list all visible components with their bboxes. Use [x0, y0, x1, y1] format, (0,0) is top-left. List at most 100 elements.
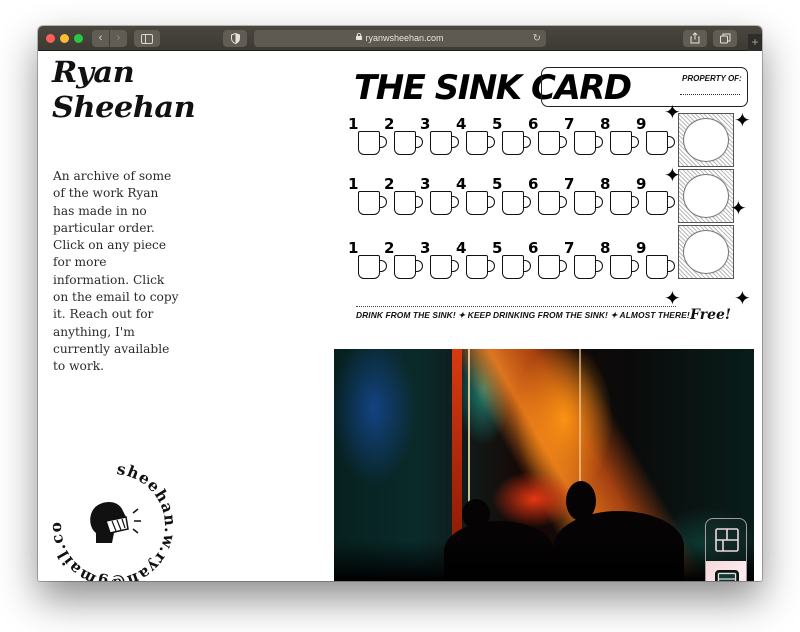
cup-icon: [358, 191, 387, 215]
figure-head: [566, 481, 596, 521]
cup-icon: [538, 131, 567, 155]
cup-slot: 8: [600, 175, 639, 227]
cup-slot: 8: [600, 115, 639, 167]
cup-icon: [502, 131, 531, 155]
pitcher-icon: [683, 118, 729, 162]
cup-icon: [610, 191, 639, 215]
cup-icon: [610, 255, 639, 279]
url-text: ryanwsheehan.com: [365, 33, 444, 43]
intro-text: An archive of some of the work Ryan has …: [53, 169, 179, 374]
email-circle-graphic: sheehan.w.ryan@gmail.com: [41, 448, 179, 581]
cup-number: 1: [348, 115, 359, 133]
free-slot-pitcher: [678, 113, 734, 167]
cup-number: 9: [636, 175, 647, 193]
share-button[interactable]: [683, 30, 707, 47]
back-button[interactable]: ‹: [92, 30, 109, 47]
address-bar[interactable]: ryanwsheehan.com ↻: [254, 30, 546, 47]
cup-slot: 6: [528, 239, 567, 291]
cup-icon: [466, 131, 495, 155]
cup-slot: 4: [456, 115, 495, 167]
chevron-right-icon: ›: [116, 32, 121, 44]
email-copy-badge[interactable]: sheehan.w.ryan@gmail.com: [41, 448, 179, 581]
cup-icon: [646, 191, 675, 215]
browser-window: ‹ › ryanwsheehan.com ↻ + Ryan Sheehan An…: [38, 26, 762, 581]
cup-icon: [466, 191, 495, 215]
cup-number: 6: [528, 115, 539, 133]
cup-icon: [610, 131, 639, 155]
tab-overview-button[interactable]: [713, 30, 737, 47]
sparkle-icon: ✦: [734, 288, 751, 310]
cup-number: 8: [600, 175, 611, 193]
cup-icon: [538, 255, 567, 279]
gallery-item-sink-card[interactable]: THE SINK CARD PROPERTY OF: 123456789 123…: [338, 51, 762, 341]
cup-slot: 7: [564, 239, 603, 291]
plus-icon: +: [751, 35, 759, 49]
cup-slot: 6: [528, 115, 567, 167]
cup-slot: 3: [420, 115, 459, 167]
cup-icon: [646, 131, 675, 155]
cup-slot: 3: [420, 239, 459, 291]
cup-number: 5: [492, 175, 503, 193]
cup-number: 2: [384, 115, 395, 133]
close-window-button[interactable]: [46, 34, 55, 43]
sparkle-icon: ✦: [730, 198, 747, 220]
cup-slot: 5: [492, 175, 531, 227]
cup-icon: [394, 131, 423, 155]
cup-icon: [574, 131, 603, 155]
cup-slot: 9: [636, 239, 675, 291]
cup-number: 5: [492, 115, 503, 133]
cup-number: 8: [600, 115, 611, 133]
cup-icon: [394, 191, 423, 215]
cup-number: 1: [348, 175, 359, 193]
sidebar-icon: [141, 34, 153, 44]
forward-button[interactable]: ›: [110, 30, 127, 47]
cup-icon: [646, 255, 675, 279]
cup-number: 3: [420, 239, 431, 257]
page-content: Ryan Sheehan An archive of some of the w…: [38, 51, 762, 581]
cup-number: 4: [456, 175, 467, 193]
new-tab-button[interactable]: +: [748, 34, 762, 51]
lock-icon: [356, 30, 363, 47]
sink-card-footer: DRINK FROM THE SINK! ✦ KEEP DRINKING FRO…: [356, 310, 690, 320]
cup-number: 1: [348, 239, 359, 257]
cup-slot: 5: [492, 239, 531, 291]
zoom-window-button[interactable]: [74, 34, 83, 43]
free-slot-goblet: [678, 225, 734, 279]
cup-slot: 1: [348, 239, 387, 291]
privacy-report-button[interactable]: [223, 30, 247, 47]
cup-slot: 6: [528, 175, 567, 227]
list-view-button[interactable]: [706, 561, 746, 581]
cup-icon: [358, 131, 387, 155]
cup-number: 7: [564, 175, 575, 193]
card-divider: [356, 306, 676, 307]
masked-face-icon: [90, 501, 141, 543]
reload-icon[interactable]: ↻: [533, 30, 541, 47]
site-title-first: Ryan: [52, 55, 135, 89]
cup-slot: 2: [384, 175, 423, 227]
chevron-left-icon: ‹: [98, 32, 103, 44]
cup-number: 7: [564, 115, 575, 133]
view-toggle: [705, 518, 747, 581]
glass-icon: [683, 174, 729, 218]
cup-number: 5: [492, 239, 503, 257]
cup-icon: [358, 255, 387, 279]
cup-icon: [502, 191, 531, 215]
free-cup-column: [678, 113, 734, 281]
cup-slot: 1: [348, 175, 387, 227]
grid-view-button[interactable]: [706, 519, 746, 561]
cup-slot: 7: [564, 175, 603, 227]
cup-row-1: 1 2 3 4 5 6 7 8 9: [348, 115, 678, 167]
gallery-item-photo[interactable]: [334, 349, 754, 581]
cup-slot: 2: [384, 239, 423, 291]
cup-icon: [430, 255, 459, 279]
minimize-window-button[interactable]: [60, 34, 69, 43]
cup-icon: [430, 191, 459, 215]
cup-slot: 4: [456, 175, 495, 227]
shield-icon: [230, 32, 240, 45]
sidebar-toggle-button[interactable]: [134, 30, 160, 47]
property-of-box: PROPERTY OF:: [541, 67, 748, 107]
photo-shadow: [334, 541, 754, 581]
free-label: Free!: [690, 307, 732, 323]
site-title[interactable]: Ryan Sheehan: [52, 55, 199, 125]
cup-slot: 8: [600, 239, 639, 291]
